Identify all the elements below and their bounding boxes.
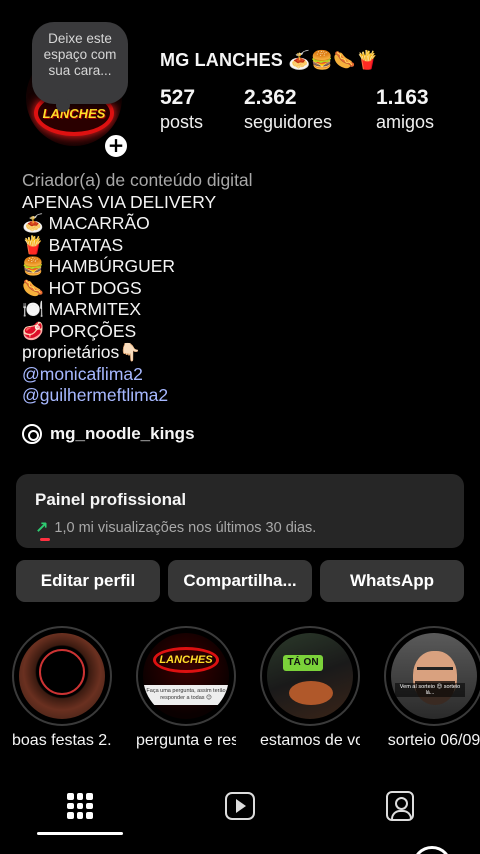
stat-posts-label: posts: [160, 112, 204, 132]
stat-posts[interactable]: 527 posts: [160, 86, 203, 133]
highlight-item[interactable]: boas festas 2...: [12, 626, 112, 750]
bio: Criador(a) de conteúdo digital APENAS VI…: [22, 170, 462, 407]
bio-line: 🍽️ MARMITEX: [22, 299, 142, 319]
stat-followers[interactable]: 2.362 seguidores: [244, 86, 332, 133]
professional-dashboard-title: Painel profissional: [35, 490, 187, 509]
highlight-label: pergunta e res: [136, 732, 236, 749]
add-story-icon[interactable]: +: [102, 132, 130, 160]
professional-dashboard-stats: ↗ 1,0 mi visualizações nos últimos 30 di…: [35, 518, 445, 538]
active-tab-indicator: [37, 832, 123, 835]
note-bubble[interactable]: Deixe este espaço com sua cara...: [32, 22, 128, 112]
stat-friends[interactable]: 1.163 amigos: [376, 86, 434, 133]
highlight-item[interactable]: LANCHES Faça uma pergunta, assim terão r…: [136, 626, 236, 750]
highlight-cover: LANCHES Faça uma pergunta, assim terão r…: [143, 633, 229, 719]
highlight-cover: TÁ ON: [267, 633, 353, 719]
profile-nav-avatar[interactable]: [412, 846, 452, 854]
highlight-ring: Vem aí sorteio 😍 sorteio lá...: [384, 626, 480, 726]
stat-posts-value: 527: [160, 86, 196, 109]
tab-posts[interactable]: [37, 784, 123, 828]
threads-link[interactable]: mg_noodle_kings: [22, 424, 195, 444]
tagged-icon: [386, 791, 414, 821]
tab-reels[interactable]: [197, 784, 283, 828]
avatar-logo-text: LANCHES: [42, 106, 106, 121]
stat-followers-value: 2.362: [244, 86, 297, 109]
tab-tagged[interactable]: [357, 784, 443, 828]
highlight-cover: Vem aí sorteio 😍 sorteio lá...: [391, 633, 477, 719]
highlight-strip-text: Faça uma pergunta, assim terão responder…: [143, 685, 229, 705]
highlight-tag: TÁ ON: [283, 655, 323, 671]
bio-line: 🥩 PORÇÕES: [22, 320, 137, 341]
bio-line: proprietários👇🏻: [22, 342, 142, 362]
highlight-item[interactable]: Vem aí sorteio 😍 sorteio lá... sorteio 0…: [384, 626, 480, 750]
highlight-ring: [12, 626, 112, 726]
stat-friends-label: amigos: [376, 112, 435, 132]
bio-line: APENAS VIA DELIVERY: [22, 191, 217, 212]
profile-avatar-area[interactable]: LANCHES Deixe este espaço com sua cara..…: [22, 22, 134, 160]
stat-friends-value: 1.163: [376, 86, 429, 109]
edit-profile-button[interactable]: Editar perfil: [16, 560, 160, 602]
highlight-logo: LANCHES: [153, 647, 219, 673]
highlight-item[interactable]: TÁ ON estamos de vo...: [260, 626, 360, 750]
profile-tabs: [0, 784, 480, 828]
bio-category: Criador(a) de conteúdo digital: [22, 170, 253, 190]
bio-line: 🍝 MACARRÃO: [22, 213, 150, 233]
whatsapp-button[interactable]: WhatsApp: [320, 560, 464, 602]
threads-handle: mg_noodle_kings: [50, 424, 195, 443]
bio-line: 🍟 BATATAS: [22, 234, 124, 255]
threads-icon: [22, 424, 42, 444]
notification-indicator: [40, 538, 50, 541]
highlight-caption: Vem aí sorteio 😍 sorteio lá...: [395, 683, 465, 697]
reels-icon: [225, 792, 255, 820]
trend-up-icon: ↗: [35, 520, 49, 537]
highlight-ring: TÁ ON: [260, 626, 360, 726]
highlight-label: estamos de vo...: [260, 732, 360, 749]
bio-mention-link[interactable]: @monicaflima2: [22, 364, 462, 386]
bio-line: 🍔 HAMBÚRGUER: [22, 256, 176, 276]
highlight-cover: [19, 633, 105, 719]
bio-mention-link[interactable]: @guilhermeftlima2: [22, 385, 462, 407]
highlight-label: sorteio 06/09: [387, 732, 480, 749]
professional-dashboard-stats-text: 1,0 mi visualizações nos últimos 30 dias…: [54, 520, 317, 536]
grid-icon: [67, 793, 93, 819]
bio-line: 🌭 HOT DOGS: [22, 277, 142, 298]
highlight-ring: LANCHES Faça uma pergunta, assim terão r…: [136, 626, 236, 726]
stat-followers-label: seguidores: [244, 112, 333, 132]
share-profile-button[interactable]: Compartilha...: [168, 560, 312, 602]
highlight-label: boas festas 2...: [12, 732, 112, 749]
profile-name: MG LANCHES 🍝🍔🌭🍟: [160, 50, 379, 70]
professional-dashboard[interactable]: Painel profissional ↗ 1,0 mi visualizaçõ…: [16, 474, 464, 548]
